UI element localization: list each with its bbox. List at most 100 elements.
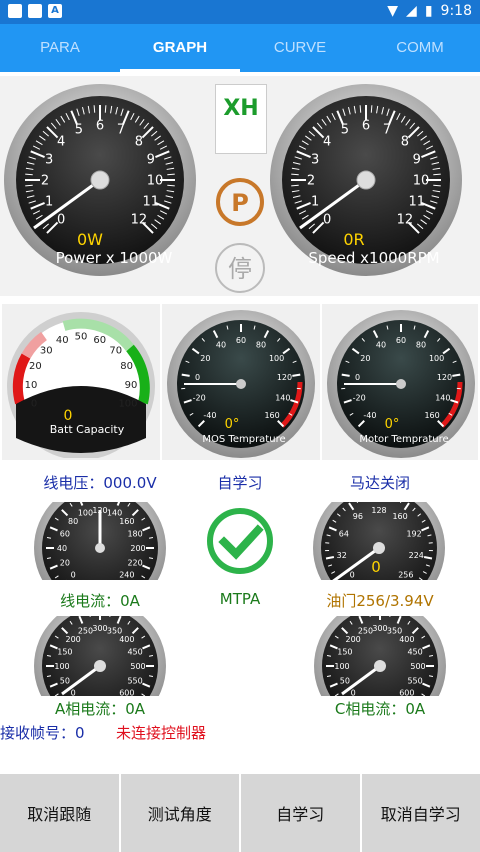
motor-state-label: 马达关闭 — [349, 474, 410, 492]
gauge-tick — [291, 184, 299, 187]
status-bar: A ▼ ◢ ▮ 9:18 — [0, 0, 480, 24]
gauge-tick-label: 4 — [57, 135, 65, 150]
gauge-tick-label: 220 — [127, 558, 142, 567]
gauge-tick-label: 120 — [277, 373, 292, 382]
gauge-tick-label: -40 — [203, 411, 216, 420]
gauge-tick-label: 160 — [264, 411, 279, 420]
gauge-tick-label: 7 — [383, 123, 391, 138]
gauge-tick-label: 100 — [269, 354, 284, 363]
gauge-tick-label: 200 — [65, 635, 80, 644]
gauge-tick — [359, 105, 362, 113]
gauge-tick-label: 0 — [350, 571, 355, 580]
gauge-tick-label: 240 — [119, 571, 134, 580]
gauge-tick-label: 50 — [75, 332, 88, 343]
gauge-tick-label: 60 — [236, 336, 246, 345]
gauge-tick-label: 256 — [398, 571, 413, 580]
gauge-tick-label: 600 — [399, 689, 414, 696]
gauge-tick — [452, 373, 461, 377]
gauge-tick-label: 20 — [200, 354, 210, 363]
gauge-tick-label: 2 — [307, 174, 315, 189]
gauge-tick-label: 6 — [362, 119, 370, 134]
gauge-tick-label: 0 — [31, 399, 37, 410]
gauge-tick-label: 224 — [409, 551, 424, 560]
app-notification-icon: A — [48, 4, 62, 18]
gauge-tick-label: 100 — [429, 354, 444, 363]
gauge-tick-label: 192 — [406, 529, 421, 538]
throttle-gauge: 0 32 64 96 128 160 192 224 256 0 — [313, 502, 445, 580]
gauge-tick-label: 0 — [57, 212, 65, 227]
gauge-tick-label: 150 — [57, 647, 72, 656]
speed-value: 0R — [343, 230, 364, 249]
c-phase-current-gauge: 050100150200250 300 350400450500550600 — [314, 616, 446, 696]
gauge-tick-label: 250 — [358, 627, 373, 636]
gauge-tick-label: 1 — [311, 195, 319, 210]
tab-para[interactable]: PARA — [0, 24, 120, 72]
a-phase-current-gauge: 050100150200250 300 350400450500550600 — [34, 616, 166, 696]
gauge-tick-label: 550 — [127, 676, 142, 685]
gauge-tick-label: 128 — [371, 506, 386, 515]
park-icon[interactable]: P — [214, 176, 266, 228]
gauge-tick-label: 80 — [416, 341, 426, 350]
gauge-tick-label: 40 — [57, 544, 67, 553]
gauge-tick — [167, 173, 175, 176]
gauge-tick-label: 100 — [54, 662, 69, 671]
gauge-tick-label: 2 — [41, 174, 49, 189]
gauge-tick-label: 64 — [339, 529, 349, 538]
self-learn-label: 自学习 — [217, 474, 263, 492]
cancel-self-learn-button[interactable]: 取消自学习 — [361, 774, 480, 852]
mos-value: 0° — [225, 417, 240, 432]
gauge-tick-label: 400 — [119, 635, 134, 644]
cancel-follow-button[interactable]: 取消跟随 — [0, 774, 119, 852]
stop-icon[interactable]: 停 — [214, 242, 266, 294]
self-learn-button[interactable]: 自学习 — [241, 774, 360, 852]
gauge-tick-label: 9 — [147, 153, 155, 168]
gauge-tick-label: 120 — [437, 373, 452, 382]
batt-label: Batt Capacity — [50, 423, 125, 436]
gauge-tick-label: 6 — [96, 119, 104, 134]
power-value: 0W — [77, 230, 103, 249]
tab-comm[interactable]: COMM — [360, 24, 480, 72]
gauge-tick — [25, 184, 33, 187]
gauge-tick-label: 60 — [60, 529, 70, 538]
gauge-tick-label: 20 — [29, 361, 42, 372]
gauge-tick-label: 9 — [413, 153, 421, 168]
gauge-tick-label: 70 — [109, 346, 122, 357]
battery-icon: ▮ — [424, 3, 433, 19]
gauge-tick-label: 40 — [216, 341, 226, 350]
xh-logo: XH — [215, 84, 267, 154]
gauge-tick — [104, 105, 107, 113]
frame-counter: 接收帧号：0 — [0, 724, 85, 742]
gauge-tick-label: 12 — [397, 212, 414, 227]
gauge-tick-label: 4 — [323, 135, 331, 150]
power-gauge: 012345 6 789101112 0W Power x 1000W — [4, 84, 196, 276]
gauge-tick-label: 0 — [355, 373, 360, 382]
notification-icon — [28, 4, 42, 18]
connection-status: 未连接控制器 — [116, 724, 207, 742]
gauge-tick — [181, 373, 190, 377]
signal-icon: ◢ — [406, 3, 417, 19]
gauge-tick-label: 5 — [341, 123, 349, 138]
motor-temp-gauge: -40 -20 0 20 40 60 80100 120 140 160 0° Motor Tem… — [327, 310, 475, 458]
gauge-tick-label: 150 — [337, 647, 352, 656]
gauge-tick-label: 140 — [275, 393, 290, 402]
gauge-tick-label: 200 — [130, 544, 145, 553]
gauge-tick-label: 250 — [78, 627, 93, 636]
throttle-value: 0 — [371, 558, 381, 576]
gauge-tick-label: 100 — [78, 509, 93, 518]
mos-temp-gauge: -40 -20 0 20 40 60 80100 120 140 160 0° MOS Tempr… — [167, 310, 315, 458]
tab-graph[interactable]: GRAPH — [120, 24, 240, 72]
gauge-tick-label: 550 — [407, 676, 422, 685]
gauge-tick-label: 140 — [435, 393, 450, 402]
tab-curve[interactable]: CURVE — [240, 24, 360, 72]
action-bar: 取消跟随 测试角度 自学习 取消自学习 — [0, 774, 480, 852]
test-angle-button[interactable]: 测试角度 — [120, 774, 239, 852]
power-unit: Power x 1000W — [56, 249, 173, 267]
gauge-tick-label: 160 — [424, 411, 439, 420]
gauge-tick-label: 20 — [360, 354, 370, 363]
gauge-tick — [433, 173, 441, 176]
gauge-tick-label: 60 — [93, 335, 106, 346]
mtpa-check-icon — [200, 504, 280, 578]
gauge-tick — [341, 373, 350, 377]
gauge-tick-label: 90 — [125, 380, 138, 391]
a-phase-current-label: A相电流：0A — [54, 700, 146, 718]
